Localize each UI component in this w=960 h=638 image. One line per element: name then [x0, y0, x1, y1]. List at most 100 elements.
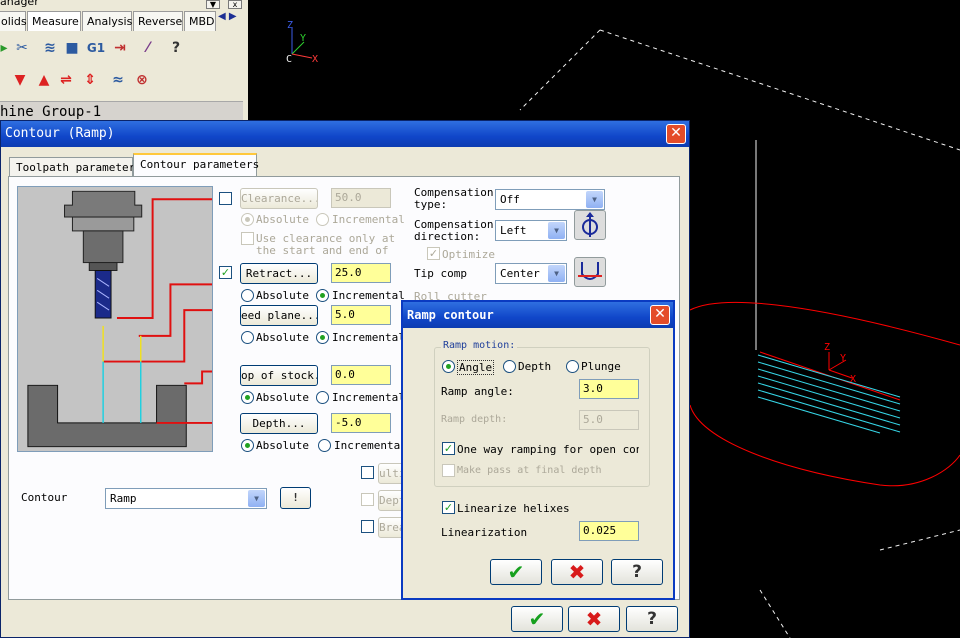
- compensation-type-value: Off: [500, 193, 520, 206]
- retract-field[interactable]: 25.0: [331, 263, 391, 283]
- depth-incremental-radio[interactable]: [318, 439, 331, 452]
- toolpath-line: [757, 375, 901, 419]
- tab-reverse[interactable]: Reverse: [133, 11, 183, 31]
- ramp-depth-radio[interactable]: [503, 360, 516, 373]
- break-through-checkbox[interactable]: [361, 520, 374, 533]
- part-axis-y-label: Y: [840, 353, 846, 364]
- ramp-dialog-title: Ramp contour: [403, 302, 673, 328]
- wand-icon[interactable]: ⁄: [138, 38, 158, 58]
- linearization-field[interactable]: 0.025: [579, 521, 639, 541]
- tab-measure[interactable]: Measure: [27, 11, 81, 31]
- clearance-button[interactable]: Clearance...: [240, 188, 318, 209]
- contour-options-button[interactable]: !: [280, 487, 311, 509]
- lock-icon[interactable]: ⊗: [132, 70, 152, 90]
- ramp-plunge-radio[interactable]: [566, 360, 579, 373]
- ribbon-tabs: olids Measure Analysis Reverse MBD: [0, 11, 248, 31]
- close-icon[interactable]: ✕: [650, 305, 670, 325]
- move-down-icon[interactable]: ▼: [10, 70, 30, 90]
- move-up-icon[interactable]: ▲: [34, 70, 54, 90]
- use-clearance-label: Use clearance only at the start and end …: [256, 232, 396, 257]
- optimize-checkbox[interactable]: ✓: [427, 247, 440, 260]
- feed-plane-incremental-radio[interactable]: [316, 331, 329, 344]
- ramp-ok-button[interactable]: ✔: [490, 559, 542, 585]
- depth-button[interactable]: Depth...: [240, 413, 318, 434]
- wave-icon[interactable]: ≈: [108, 70, 128, 90]
- insert-arrow-icon[interactable]: ⇌: [56, 70, 76, 90]
- tool-direction-icon: [582, 212, 598, 237]
- view-axis-indicator: Z Y C X: [286, 20, 318, 65]
- tip-comp-select[interactable]: Center ▼: [495, 263, 567, 284]
- gcode-icon[interactable]: G1: [86, 38, 106, 58]
- tab-mbd[interactable]: MBD: [184, 11, 216, 31]
- tip-comp-icon-button[interactable]: [574, 257, 606, 287]
- dialog-title: Contour (Ramp): [1, 121, 689, 147]
- clearance-incremental-label: Incremental: [332, 213, 405, 226]
- stock-boundary-line: [879, 529, 960, 551]
- retract-incremental-radio[interactable]: [316, 289, 329, 302]
- compensation-type-select[interactable]: Off ▼: [495, 189, 605, 210]
- retract-absolute-radio[interactable]: [241, 289, 254, 302]
- help-icon[interactable]: ?: [166, 38, 186, 58]
- top-of-stock-absolute-radio[interactable]: [241, 391, 254, 404]
- axis-z-label: Z: [287, 20, 293, 31]
- linearize-helixes-checkbox[interactable]: ✓: [442, 501, 455, 514]
- clearance-incremental-radio[interactable]: [316, 213, 329, 226]
- panel-close-button[interactable]: x: [228, 0, 242, 9]
- panel-dropdown-button[interactable]: ▼: [206, 0, 220, 9]
- top-of-stock-field[interactable]: 0.0: [331, 365, 391, 385]
- feed-plane-field[interactable]: 5.0: [331, 305, 391, 325]
- close-icon[interactable]: ✕: [666, 124, 686, 144]
- depth-cuts-checkbox[interactable]: [361, 493, 374, 506]
- post-icon[interactable]: ⇥: [110, 38, 130, 58]
- depth-field[interactable]: -5.0: [331, 413, 391, 433]
- retract-checkbox[interactable]: ✓: [219, 266, 232, 279]
- ok-button[interactable]: ✔: [511, 606, 563, 632]
- chevron-down-icon: ▼: [248, 490, 265, 507]
- clearance-absolute-radio[interactable]: [241, 213, 254, 226]
- depth-absolute-radio[interactable]: [241, 439, 254, 452]
- ramp-help-button[interactable]: ?: [611, 559, 663, 585]
- tab-analysis[interactable]: Analysis: [82, 11, 132, 31]
- feed-plane-absolute-label: Absolute: [256, 331, 309, 344]
- tab-scroll-arrows[interactable]: ◀ ▶: [218, 11, 237, 22]
- multi-passes-checkbox[interactable]: [361, 466, 374, 479]
- feed-plane-absolute-radio[interactable]: [241, 331, 254, 344]
- chevron-down-icon: ▼: [548, 222, 565, 239]
- part-origin-axes: Z Y X: [824, 342, 856, 385]
- ramp-depth-field[interactable]: 5.0: [579, 410, 639, 430]
- compensation-direction-select[interactable]: Left ▼: [495, 220, 567, 241]
- tab-solids[interactable]: olids: [0, 11, 27, 31]
- manager-title: anager: [0, 0, 39, 8]
- depth-diagram: [17, 186, 213, 452]
- use-clearance-checkbox[interactable]: [241, 232, 254, 245]
- one-way-ramping-checkbox[interactable]: ✓: [442, 442, 455, 455]
- top-of-stock-incremental-radio[interactable]: [316, 391, 329, 404]
- cancel-button[interactable]: ✖: [568, 606, 620, 632]
- clearance-field[interactable]: 50.0: [331, 188, 391, 208]
- stock-boundary-line: [519, 29, 601, 111]
- tab-toolpath-parameters[interactable]: Toolpath parameters: [9, 157, 142, 177]
- stock-boundary-line: [759, 589, 791, 638]
- help-button[interactable]: ?: [626, 606, 678, 632]
- ramp-angle-radio[interactable]: [442, 360, 455, 373]
- feed-plane-button[interactable]: eed plane...: [240, 305, 318, 326]
- axis-c-label: C: [286, 54, 292, 65]
- ramp-cancel-button[interactable]: ✖: [551, 559, 603, 585]
- compensation-direction-icon-button[interactable]: [574, 210, 606, 240]
- contour-type-select[interactable]: Ramp ▼: [105, 488, 267, 509]
- layers-icon[interactable]: ≋: [40, 38, 60, 58]
- scroll-icon[interactable]: ⇕: [80, 70, 100, 90]
- chevron-down-icon: ▼: [548, 265, 565, 282]
- part-axis-x-label: X: [850, 374, 856, 385]
- toolpath-line: [757, 389, 901, 433]
- compensation-direction-value: Left: [500, 224, 527, 237]
- depth-absolute-label: Absolute: [256, 439, 309, 452]
- retract-button[interactable]: Retract...: [240, 263, 318, 284]
- stock-icon[interactable]: ■: [62, 38, 82, 58]
- top-of-stock-button[interactable]: op of stock...: [240, 365, 318, 386]
- final-depth-pass-checkbox[interactable]: [442, 464, 455, 477]
- ramp-angle-field[interactable]: 3.0: [579, 379, 639, 399]
- clearance-checkbox[interactable]: [219, 192, 232, 205]
- tab-contour-parameters[interactable]: Contour parameters: [133, 153, 259, 177]
- toggle-display-icon[interactable]: ✂: [12, 38, 32, 58]
